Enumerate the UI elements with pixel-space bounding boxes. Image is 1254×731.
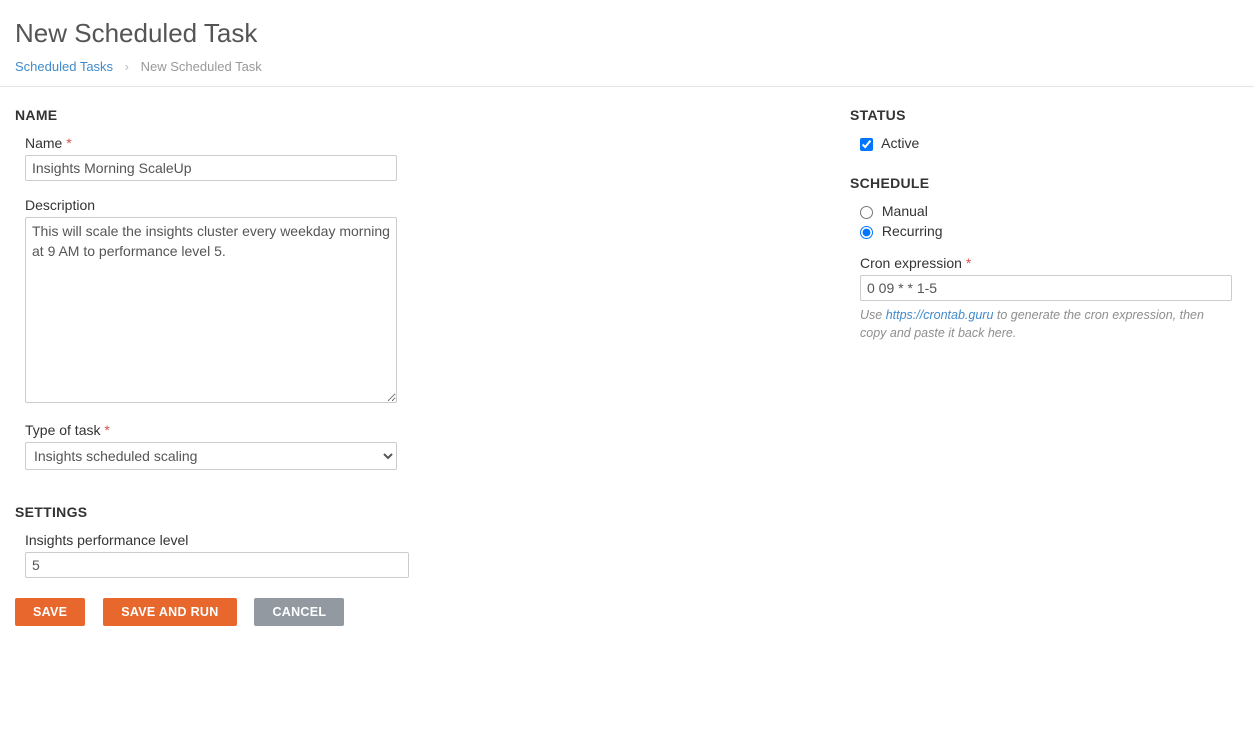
required-indicator: * — [966, 255, 971, 271]
task-type-select[interactable]: Insights scheduled scaling — [25, 442, 397, 470]
schedule-manual-label: Manual — [882, 203, 928, 219]
schedule-recurring-label: Recurring — [882, 223, 943, 239]
required-indicator: * — [104, 422, 109, 438]
name-label: Name * — [25, 135, 825, 151]
page-header: New Scheduled Task Scheduled Tasks › New… — [0, 0, 1254, 87]
perf-level-input[interactable] — [25, 552, 409, 578]
section-heading-settings: SETTINGS — [15, 504, 825, 520]
section-heading-status: STATUS — [850, 107, 1239, 123]
save-and-run-button[interactable]: SAVE AND RUN — [103, 598, 236, 626]
perf-level-label: Insights performance level — [25, 532, 825, 548]
section-heading-name: NAME — [15, 107, 825, 123]
active-label: Active — [881, 135, 919, 151]
crontab-guru-link[interactable]: https://crontab.guru — [886, 308, 994, 322]
schedule-recurring-radio[interactable] — [860, 226, 873, 239]
breadcrumb: Scheduled Tasks › New Scheduled Task — [15, 59, 1239, 74]
chevron-right-icon: › — [125, 59, 129, 74]
schedule-manual-radio[interactable] — [860, 206, 873, 219]
cron-help-text: Use https://crontab.guru to generate the… — [860, 307, 1232, 342]
task-type-label: Type of task * — [25, 422, 825, 438]
cancel-button[interactable]: CANCEL — [254, 598, 344, 626]
save-button[interactable]: SAVE — [15, 598, 85, 626]
section-heading-schedule: SCHEDULE — [850, 175, 1239, 191]
cron-label: Cron expression * — [860, 255, 1239, 271]
page-title: New Scheduled Task — [15, 18, 1239, 49]
required-indicator: * — [66, 135, 71, 151]
active-checkbox[interactable] — [860, 138, 873, 151]
cron-input[interactable] — [860, 275, 1232, 301]
breadcrumb-current: New Scheduled Task — [141, 59, 262, 74]
description-label: Description — [25, 197, 825, 213]
breadcrumb-link-scheduled-tasks[interactable]: Scheduled Tasks — [15, 59, 113, 74]
description-textarea[interactable]: This will scale the insights cluster eve… — [25, 217, 397, 403]
name-input[interactable] — [25, 155, 397, 181]
